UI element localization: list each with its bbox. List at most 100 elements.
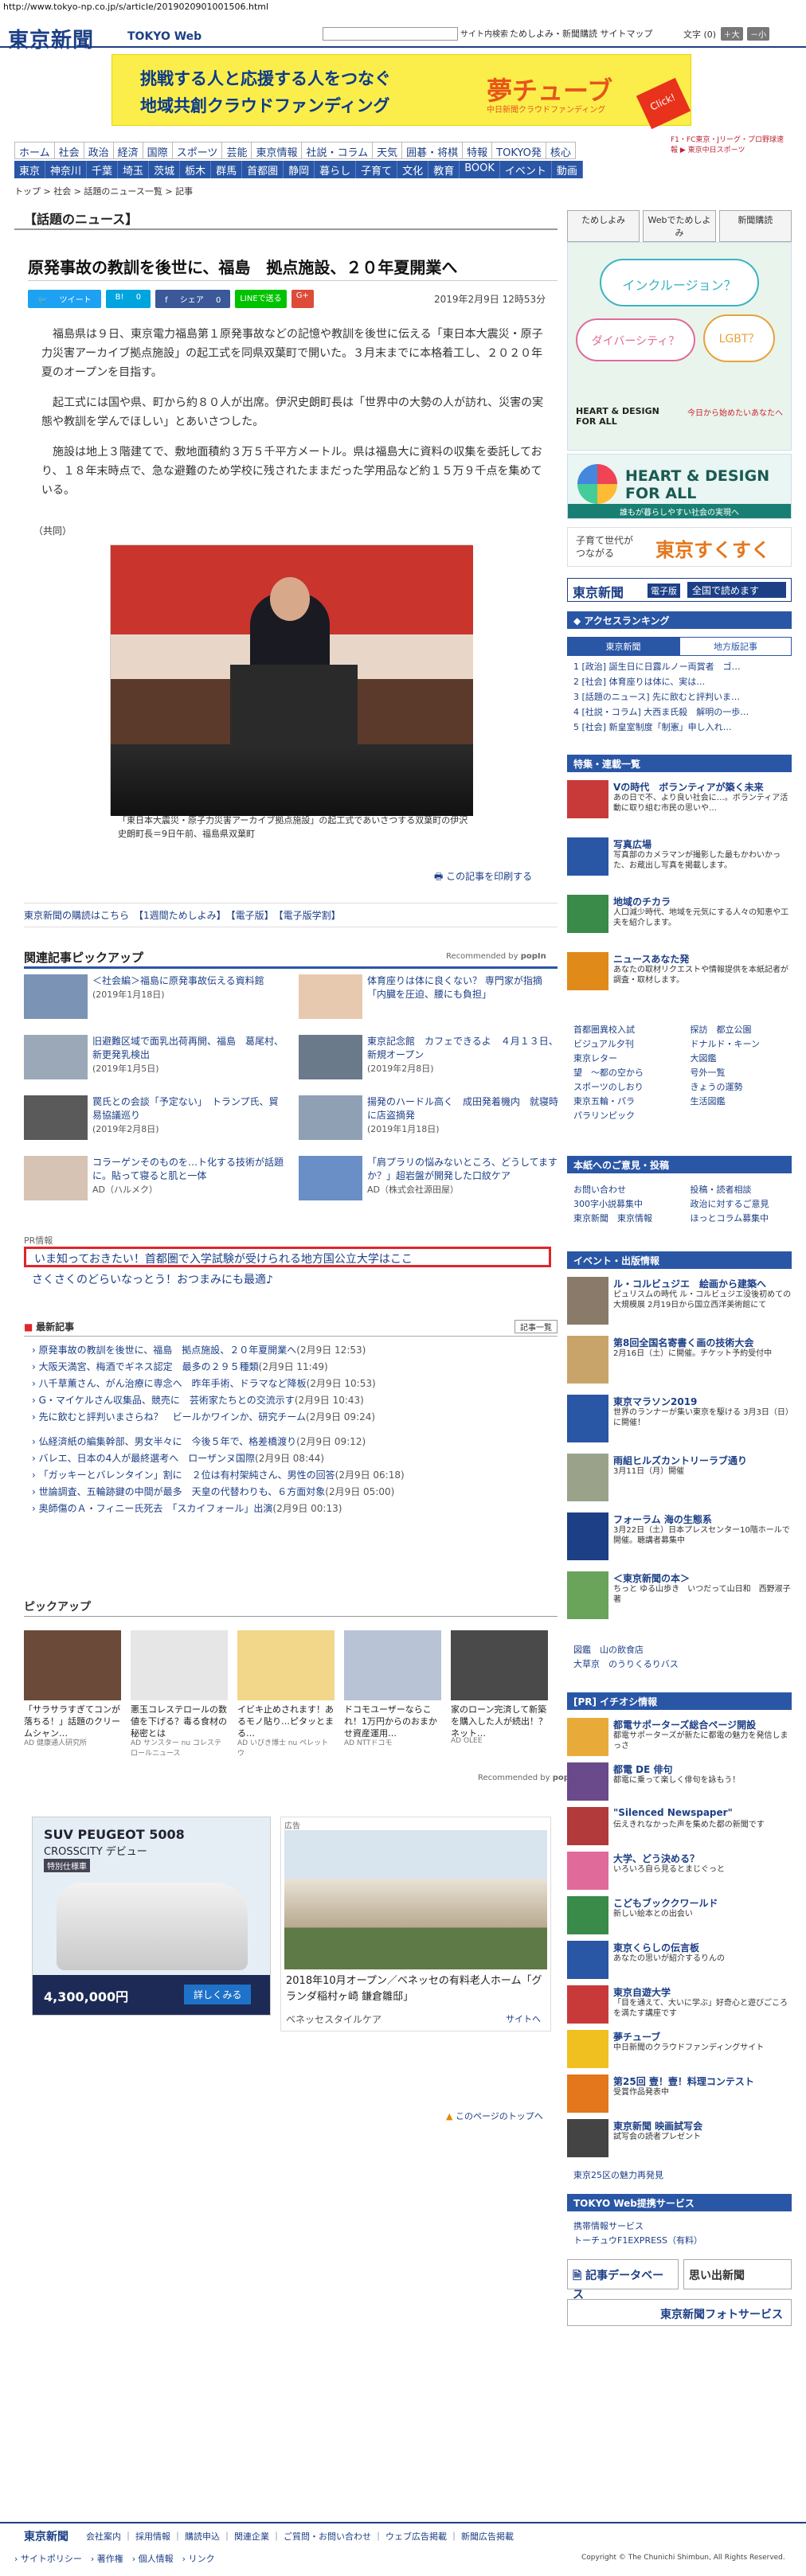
pickup-item[interactable]: イビキ止めされます！あるモノ貼り…ピタッとまる… AD いびき博士 nu ペレット… [237,1630,335,1758]
pr-item[interactable]: こどもブッククワールド 新しい絵本との出会い [567,1896,792,1938]
event-item[interactable]: フォーラム 海の生態系 3月22日（土）日本プレスセンター10階ホールで開催。聴講… [567,1512,792,1567]
reader-list-item[interactable]: 投稿・読者相談 [691,1183,799,1197]
nav-item-secondary[interactable]: 暮らし [315,161,357,178]
subscribe-tab[interactable]: 新聞購読 [718,210,792,242]
pr-more-link[interactable]: 東京25区の魅力再発見 [573,2168,798,2183]
nav-item-primary[interactable]: 経済 [112,142,143,159]
ranking-item[interactable]: 1 [政治] 誕生日に日露ルノー両賞者 ゴ… [573,659,788,674]
latest-item[interactable]: › G・マイケルさん収集品、競売に 芸術家たちとの交流示す(2月9日 10:43… [32,1392,558,1409]
feature-list-item[interactable]: 首都圏異校入試 [573,1023,682,1037]
side-ad-digital[interactable]: 東京新聞 電子版 全国で読めます [567,578,792,602]
related-item[interactable]: ＜社会編＞福島に原発事故伝える資料館 (2019年1月18日) [24,974,287,1024]
nav-item-primary[interactable]: ホーム [14,142,54,159]
related-item[interactable]: 「肩プラリの悩みないところ、どうしてますか？」超岩盤が開発した口紋ケア AD（株式… [299,1156,561,1205]
nav-item-secondary[interactable]: 茨城 [149,161,181,178]
nav-item-primary[interactable]: 国際 [142,142,172,159]
ranking-item[interactable]: 5 [社会] 新皇室制度「制憲」申し入れ… [573,720,788,735]
related-item[interactable]: コラーゲンそのものを…ト化する技術が話題に。貼って寝ると肌と一体 AD（ハルメク） [24,1156,287,1205]
feature-list-item[interactable]: 東京レター [573,1052,682,1066]
nav-item-primary[interactable]: スポーツ [171,142,222,159]
nav-item-secondary[interactable]: 文化 [397,161,429,178]
header-links[interactable]: ためしよみ・新聞購読 サイトマップ [510,27,653,40]
subscribe-tab[interactable]: ためしよみ [567,210,640,242]
nav-item-primary[interactable]: 東京情報 [251,142,302,159]
pr-item[interactable]: 第25回 壹！壹！料理コンテスト 受賞作品発表中 [567,2074,792,2116]
pr-item[interactable]: 夢チューブ 中日新聞のクラウドファンディングサイト [567,2030,792,2071]
service-list-item[interactable]: トーチュウF1EXPRESS（有料） [573,2234,798,2248]
site-search-input[interactable] [323,27,458,41]
ranking-item[interactable]: 4 [社説・コラム] 大西ま氏殺 解明の一歩… [573,704,788,720]
nav-item-secondary[interactable]: 神奈川 [45,161,88,178]
nav-item-primary[interactable]: TOKYO発 [491,142,546,159]
side-ad-heart-2[interactable]: HEART & DESIGN FOR ALL 誰もが暮らしやすい社会の実現へ [567,454,792,519]
related-item[interactable]: 罠氏との会談「予定ない」 トランプ氏、貿易協議巡り (2019年2月8日) [24,1095,287,1145]
footer-links[interactable]: 会社案内 ｜ 採用情報 ｜ 購読申込 ｜ 関連企業 ｜ ご質問・お問い合わせ ｜… [86,2530,514,2543]
nav-item-secondary[interactable]: 首都圏 [242,161,284,178]
article-photo[interactable] [110,544,473,816]
ranking-tab-local[interactable]: 地方版記事 [679,637,792,656]
feature-list-item[interactable]: 東京五輪・パラ [573,1095,682,1109]
event-list-item[interactable]: 大草京 のうりくるりバス [573,1657,798,1672]
nav-item-secondary[interactable]: 静岡 [284,161,315,178]
reader-list-item[interactable]: ほっとコラム募集中 [691,1212,799,1226]
nav-item-secondary[interactable]: イベント [500,161,552,178]
nav-item-primary[interactable]: 天気 [372,142,402,159]
pr-item[interactable]: 大学、どう決める？ いろいろ自ら見るとまじぐっと [567,1852,792,1893]
nav-item-secondary[interactable]: 東京 [14,161,46,178]
memorial-button[interactable]: 思い出新聞 [683,2259,792,2289]
reader-list-item[interactable]: 東京新聞 東京情報 [573,1212,682,1226]
pr-item[interactable]: 東京自遊大学 「目を通えて、大いに学ぶ」好奇心と遊びごころを満たす講座です [567,1985,792,2027]
side-ad-sukusuku[interactable]: 子育て世代がつながる 東京すくすく [567,527,792,567]
nav-item-primary[interactable]: 核心 [545,142,576,159]
pr-item[interactable]: 東京くらしの伝言板 あなたの思いが紹介するりんの [567,1941,792,1982]
subscribe-tab[interactable]: Webでためしよみ [643,210,716,242]
site-logo-sub[interactable]: TOKYO Web [127,30,202,43]
gplus-button[interactable]: G+ [291,290,314,308]
nav-item-primary[interactable]: 芸能 [221,142,252,159]
latest-more-button[interactable]: 記事一覧 [515,1320,558,1333]
feature-list-item[interactable]: 大図鑑 [691,1052,799,1066]
pr-highlight-link[interactable]: いま知っておきたい！首都圏で入学試験が受けられる地方国公立大学はここ [24,1247,551,1267]
event-item[interactable]: ル・コルビュジエ 絵画から建築へ ピュリスムの時代 ル・コルビュジエ没後初めての大… [567,1277,792,1331]
pickup-item[interactable]: 家のローン完済して新築を購入した人が続出！？ネット… AD OLEE [451,1630,548,1750]
feature-list-item[interactable]: パラリンピック [573,1109,682,1123]
latest-item[interactable]: › 八千草薫さん、がん治療に専念へ 昨年手術、ドラマなど降板(2月9日 10:5… [32,1376,558,1392]
side-ad-heart[interactable]: インクルージョン？ ダイバーシティ？ LGBT？ HEART & DESIGN … [567,242,792,451]
feature-list-item[interactable]: 生活図鑑 [691,1095,799,1109]
nav-item-secondary[interactable]: 動画 [552,161,583,178]
pickup-item[interactable]: ドコモユーザーならこれ！1万円からのおまかせ資産運用… AD NTTドコモ [344,1630,441,1750]
reader-list-item[interactable]: お問い合わせ [573,1183,682,1197]
reader-list-item[interactable]: 300字小説募集中 [573,1197,682,1212]
nav-item-primary[interactable]: 社会 [53,142,84,159]
feature-item[interactable]: Vの時代 ボランティアが築く未来 あの日で不、より良い社会に…。ボランティア活動に… [567,780,792,825]
breadcrumb[interactable]: トップ > 社会 > 話題のニュース一覧 > 記事 [14,185,193,197]
photo-service-button[interactable]: 東京新聞フォトサービス [567,2299,792,2326]
latest-item[interactable]: › 「ガッキーとバレンタイン」割に ２位は有村架純さん、男性の回答(2月9日 0… [32,1467,558,1484]
print-article-link[interactable]: 🖶 この記事を印刷する [434,869,532,886]
nav-item-secondary[interactable]: 千葉 [87,161,119,178]
latest-item[interactable]: › 仏経済紙の編集幹部、男女半々に 今後５年で、格差橋渡り(2月9日 09:12… [32,1434,558,1450]
facebook-share-button[interactable]: f シェア 0 [155,290,231,308]
event-item[interactable]: 雨組ヒルズカントリーラブ通り 3月11日（月）開催 [567,1454,792,1508]
reader-list-item[interactable]: 政治に対するご意見 [691,1197,799,1212]
car-ad[interactable]: SUV PEUGEOT 5008 CROSSCITY デビュー 特別仕様車 4,… [32,1817,271,2016]
latest-item[interactable]: › 大阪天満宮、梅酒でギネス認定 最多の２９５種類(2月9日 11:49) [32,1359,558,1376]
feature-list-item[interactable]: きょうの運勢 [691,1080,799,1095]
nav-item-secondary[interactable]: 栃木 [180,161,212,178]
latest-item[interactable]: › 原発事故の教訓を後世に、福島 拠点施設、２０年夏開業へ(2月9日 12:53… [32,1342,558,1359]
font-larger-button[interactable]: ＋大 [720,27,743,41]
ranking-tab-tokyo[interactable]: 東京新聞 [567,637,679,656]
nav-item-secondary[interactable]: 埼玉 [118,161,150,178]
latest-item[interactable]: › バレエ、日本の4人が最終選考へ ローザンヌ国際(2月9日 08:44) [32,1450,558,1467]
related-item[interactable]: 揚発のハードル高く 成田発着機内 就寝時に店盗摘発 (2019年1月18日) [299,1095,561,1145]
house-ad[interactable]: 広告 2018年10月オープン／ベネッセの有料老人ホーム「グランダ稲村ヶ崎 鎌倉… [280,1817,551,2032]
line-button[interactable]: LINEで送る [235,290,287,308]
event-item[interactable]: 東京マラソン2019 世界のランナーが集い東京を駆ける 3月3日（日）に開催！ [567,1395,792,1449]
pickup-item[interactable]: 「サラサラすぎてコンが落ちる！」話題のクリームシャン… AD 健康通人研究所 [24,1630,121,1750]
ranking-item[interactable]: 2 [社会] 体育座りは体に、実は… [573,674,788,689]
page-top-link[interactable]: ▲ このページのトップへ [446,2110,543,2122]
nav-item-secondary[interactable]: 教育 [428,161,460,178]
pr-item[interactable]: 東京新聞 映画試写会 試写会の読者プレゼント [567,2119,792,2160]
related-item[interactable]: 旧避難区域で面乳出荷再開、福島 葛尾村、新更発乳検出 (2019年1月5日) [24,1035,287,1084]
site-search-button[interactable]: サイト内検索 [460,27,508,39]
